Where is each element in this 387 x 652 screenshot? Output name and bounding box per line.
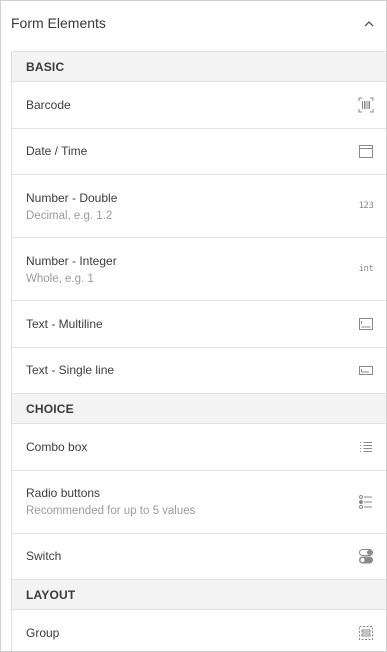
item-description: Whole, e.g. 1 [26, 272, 94, 285]
number-double-icon: 123 [358, 201, 374, 211]
item-label: Combo box [26, 439, 88, 454]
barcode-icon [358, 97, 374, 113]
calendar-icon [358, 143, 374, 159]
list-icon [358, 439, 374, 455]
item-label: Barcode [26, 97, 71, 112]
item-description: Recommended for up to 5 values [26, 505, 196, 517]
text-single-line-icon [358, 362, 374, 378]
section-header-choice: CHOICE [12, 394, 386, 424]
group-icon [358, 625, 374, 641]
section-header-basic: BASIC [12, 52, 386, 82]
panel-title: Form Elements [11, 15, 106, 31]
chevron-up-icon[interactable] [362, 16, 376, 30]
form-elements-panel: Form Elements BASIC Barcode Date / Time [0, 0, 387, 652]
section-header-layout: LAYOUT [12, 580, 386, 610]
radio-list-icon [358, 494, 374, 510]
number-integer-icon: int [358, 264, 374, 274]
form-element-number-double[interactable]: Number - Double Decimal, e.g. 1.2 123 [12, 175, 386, 238]
form-elements-list: BASIC Barcode Date / Time Number - Doubl… [11, 51, 386, 651]
item-label: Date / Time [26, 144, 88, 159]
form-element-number-integer[interactable]: Number - Integer Whole, e.g. 1 int [12, 238, 386, 301]
item-label: Text - Single line [26, 363, 115, 378]
text-multiline-icon [358, 316, 374, 332]
panel-header[interactable]: Form Elements [1, 1, 386, 45]
form-element-text-single-line[interactable]: Text - Single line [12, 348, 386, 394]
item-label: Number - Integer [26, 253, 117, 268]
form-element-radio-buttons[interactable]: Radio buttons Recommended for up to 5 va… [12, 471, 386, 534]
item-label: Text - Multiline [26, 316, 103, 331]
item-label: Switch [26, 549, 62, 564]
item-label: Radio buttons [26, 486, 101, 500]
item-label: Number - Double [26, 190, 118, 205]
switch-icon [358, 548, 374, 564]
form-element-date-time[interactable]: Date / Time [12, 129, 386, 175]
form-element-group[interactable]: Group [12, 610, 386, 651]
item-label: Group [26, 625, 60, 640]
form-element-combo-box[interactable]: Combo box [12, 424, 386, 471]
form-element-text-multiline[interactable]: Text - Multiline [12, 301, 386, 348]
form-element-switch[interactable]: Switch [12, 534, 386, 580]
form-element-barcode[interactable]: Barcode [12, 82, 386, 129]
item-description: Decimal, e.g. 1.2 [26, 209, 113, 222]
